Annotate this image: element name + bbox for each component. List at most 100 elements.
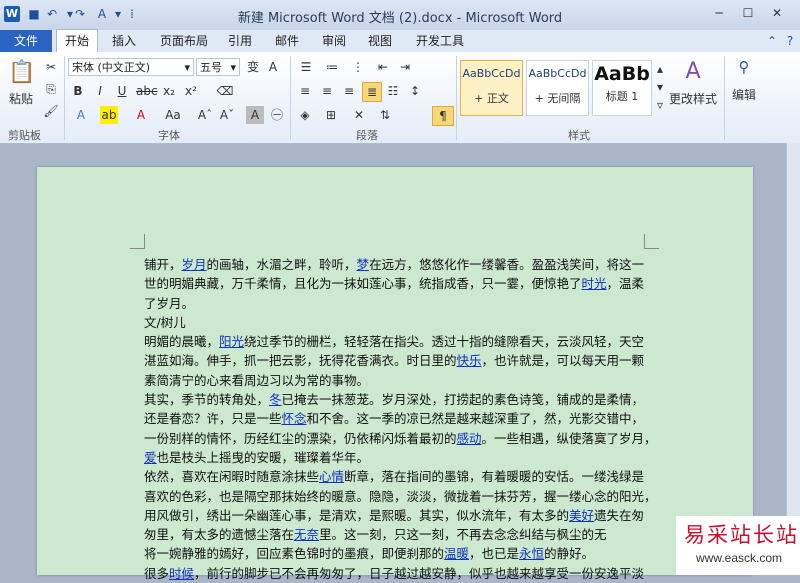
hyperlink[interactable]: 美好 — [569, 508, 594, 523]
enclose-characters-icon[interactable]: ㊀ — [268, 106, 286, 124]
document-line[interactable]: 爱也是枝头上摇曳的安暖，璀璨着华年。 — [144, 448, 653, 467]
clear-formatting-icon[interactable]: ⌫ — [216, 82, 234, 100]
tab-home[interactable]: 开始 — [56, 29, 98, 54]
text-effects-icon[interactable]: A — [72, 106, 90, 124]
shading-icon[interactable]: ◈ — [296, 106, 314, 124]
align-right-icon[interactable]: ≡ — [340, 82, 358, 100]
hyperlink[interactable]: 岁月 — [182, 257, 207, 272]
text-run: 的静好。 — [544, 546, 595, 562]
help-icon[interactable]: ? — [782, 33, 798, 49]
document-line[interactable]: 很多时候，前行的脚步已不会再匆匆了，日子越过越安静，似乎也越来越享受一份安逸平淡 — [144, 564, 653, 583]
tab-developer[interactable]: 开发工具 — [416, 30, 464, 52]
numbering-icon[interactable]: ≔ — [322, 58, 342, 76]
paste-button[interactable]: 粘贴 — [6, 90, 36, 108]
document-line[interactable]: 了岁月。 — [144, 294, 653, 313]
character-shading-icon[interactable]: A — [246, 106, 264, 124]
bold-icon[interactable]: B — [70, 82, 86, 100]
document-line[interactable]: 喜欢的色彩，也是隔空那抹始终的暖意。隐隐，淡淡，微拢着一抹芬芳，握一缕心念的阳光… — [144, 487, 657, 506]
style-name: 标题 1 — [605, 90, 639, 103]
document-line[interactable]: 明媚的晨曦，阳光绕过季节的栅栏，轻轻落在指尖。透过十指的缝隙看天，云淡风轻，天空 — [144, 332, 653, 351]
hyperlink[interactable]: 冬 — [269, 392, 282, 407]
document-line[interactable]: 素简清宁的心来看周边习以为常的事物。 — [144, 371, 653, 390]
hyperlink[interactable]: 永恒 — [519, 546, 544, 561]
tab-references[interactable]: 引用 — [228, 30, 252, 52]
format-painter-icon[interactable]: 🖌 — [42, 102, 60, 120]
find-icon[interactable]: ⚲ — [734, 58, 754, 76]
document-line[interactable]: 其实，季节的转角处，冬已掩去一抹葱茏。岁月深处，打捞起的素色诗笺，铺成的是柔情， — [144, 390, 653, 409]
tab-review[interactable]: 审阅 — [322, 30, 346, 52]
hyperlink[interactable]: 无奈 — [294, 527, 319, 542]
minimize-button[interactable]: ─ — [708, 5, 730, 21]
hyperlink[interactable]: 爱 — [144, 450, 157, 465]
document-line[interactable]: 一份别样的情怀，历经红尘的漂染，仍依稀闪烁着最初的感动。一些相遇，纵使落寞了岁月… — [144, 429, 657, 448]
document-line[interactable]: 用风做引，绣出一朵幽莲心事，是清欢，是熙暖。其实，似水流年，有太多的美好遗失在匆 — [144, 506, 653, 525]
tab-view[interactable]: 视图 — [368, 30, 392, 52]
font-size-select[interactable]: 五号 ▾ — [196, 58, 240, 76]
chinese-layout-icon[interactable]: ✕ — [350, 106, 368, 124]
style-normal[interactable]: AaBbCcDd + 正文 — [460, 60, 523, 116]
shrink-font-icon[interactable]: Aˇ — [218, 106, 236, 124]
document-line[interactable]: 还是眷恋？许，只是一些怀念和不舍。这一季的凉已然是越来越深重了，然，光影交错中， — [144, 409, 653, 428]
hyperlink[interactable]: 梦 — [357, 257, 370, 272]
editing-button[interactable]: 编辑 — [730, 86, 758, 104]
tab-insert[interactable]: 插入 — [112, 30, 136, 52]
document-line[interactable]: 湛蓝如海。伸手，抓一把云影，抚得花香满衣。时日里的快乐，也许就是，可以每天用一颗 — [144, 351, 653, 370]
change-case-icon[interactable]: Aa — [162, 106, 184, 124]
phonetic-guide-icon[interactable]: 变 — [244, 58, 262, 76]
change-styles-button[interactable]: 更改样式 — [668, 90, 718, 108]
window-title: 新建 Microsoft Word 文档 (2).docx - Microsof… — [237, 11, 563, 26]
character-border-icon[interactable]: A — [264, 58, 282, 76]
hyperlink[interactable]: 怀念 — [282, 411, 307, 426]
align-left-icon[interactable]: ≡ — [296, 82, 314, 100]
maximize-button[interactable]: ☐ — [737, 5, 759, 21]
sort-icon[interactable]: ⇅ — [376, 106, 394, 124]
line-spacing-icon[interactable]: ↕ — [406, 82, 424, 100]
document-page[interactable]: 铺开，岁月的画轴，水湄之畔，聆听，梦在远方，悠悠化作一缕馨香。盈盈浅笑间，将这一… — [37, 167, 753, 581]
increase-indent-icon[interactable]: ⇥ — [396, 58, 414, 76]
hyperlink[interactable]: 心情 — [319, 469, 344, 484]
font-name-select[interactable]: 宋体 (中文正文) ▾ — [68, 58, 194, 76]
italic-icon[interactable]: I — [92, 82, 108, 100]
font-color-icon[interactable]: A — [132, 106, 150, 124]
hyperlink[interactable]: 感动 — [457, 431, 482, 446]
hyperlink[interactable]: 温暖 — [444, 546, 469, 561]
tab-page-layout[interactable]: 页面布局 — [160, 30, 208, 52]
decrease-indent-icon[interactable]: ⇤ — [374, 58, 392, 76]
document-line[interactable]: 匆里，有太多的遗憾尘落在无奈里。这一刻，只这一刻，不再去念念纠结与枫尘的无 — [144, 525, 653, 544]
close-button[interactable]: ✕ — [766, 5, 788, 21]
document-line[interactable]: 世的明媚典藏，万千柔情，且化为一抹如莲心事，统指成香，只一霎，便惊艳了时光，温柔 — [144, 274, 653, 293]
document-line[interactable]: 铺开，岁月的画轴，水湄之畔，聆听，梦在远方，悠悠化作一缕馨香。盈盈浅笑间，将这一 — [144, 255, 653, 274]
hyperlink[interactable]: 时光 — [582, 276, 607, 291]
hyperlink[interactable]: 阳光 — [219, 334, 244, 349]
vertical-ruler[interactable] — [786, 143, 800, 575]
file-tab[interactable]: 文件 — [0, 30, 52, 52]
justify-icon[interactable]: ≣ — [362, 82, 382, 102]
align-center-icon[interactable]: ≡ — [318, 82, 336, 100]
subscript-icon[interactable]: x₂ — [160, 82, 178, 100]
copy-icon[interactable]: ⎘ — [42, 80, 60, 98]
document-line[interactable]: 依然，喜欢在闲暇时随意涂抹些心情断章，落在指间的墨锦，有着暖暖的安恬。一缕浅绿是 — [144, 467, 653, 486]
style-heading-1[interactable]: AaBb 标题 1 — [592, 60, 652, 116]
superscript-icon[interactable]: x² — [182, 82, 200, 100]
document-line[interactable]: 将一婉静雅的嫣好，回应素色锦时的墨痕，即便刹那的温暖，也已是永恒的静好。 — [144, 544, 653, 563]
strikethrough-icon[interactable]: abc — [136, 82, 158, 100]
underline-icon[interactable]: U — [114, 82, 130, 100]
document-line[interactable]: 文/树儿 — [144, 313, 653, 332]
style-no-spacing[interactable]: AaBbCcDd + 无间隔 — [526, 60, 589, 116]
distributed-icon[interactable]: ☷ — [384, 82, 402, 100]
styles-scroll-icon[interactable]: ▴ ▾ ▿ — [654, 60, 666, 116]
tab-mailings[interactable]: 邮件 — [275, 30, 299, 52]
borders-icon[interactable]: ⊞ — [322, 106, 340, 124]
paste-icon[interactable]: 📋 — [8, 58, 35, 88]
multilevel-list-icon[interactable]: ⋮ — [348, 58, 368, 76]
ribbon-collapse-icon[interactable]: ⌃ — [764, 33, 780, 49]
grow-font-icon[interactable]: Aˆ — [196, 106, 214, 124]
show-marks-icon[interactable]: ¶ — [432, 106, 454, 126]
hyperlink[interactable]: 快乐 — [457, 353, 482, 368]
bullets-icon[interactable]: ☰ — [296, 58, 316, 76]
hyperlink[interactable]: 时候 — [169, 566, 194, 581]
highlight-icon[interactable]: ab — [100, 106, 118, 124]
change-styles-icon[interactable]: A — [678, 58, 708, 86]
cut-icon[interactable]: ✂ — [42, 58, 60, 76]
document-body[interactable]: 铺开，岁月的画轴，水湄之畔，聆听，梦在远方，悠悠化作一缕馨香。盈盈浅笑间，将这一… — [144, 255, 657, 583]
